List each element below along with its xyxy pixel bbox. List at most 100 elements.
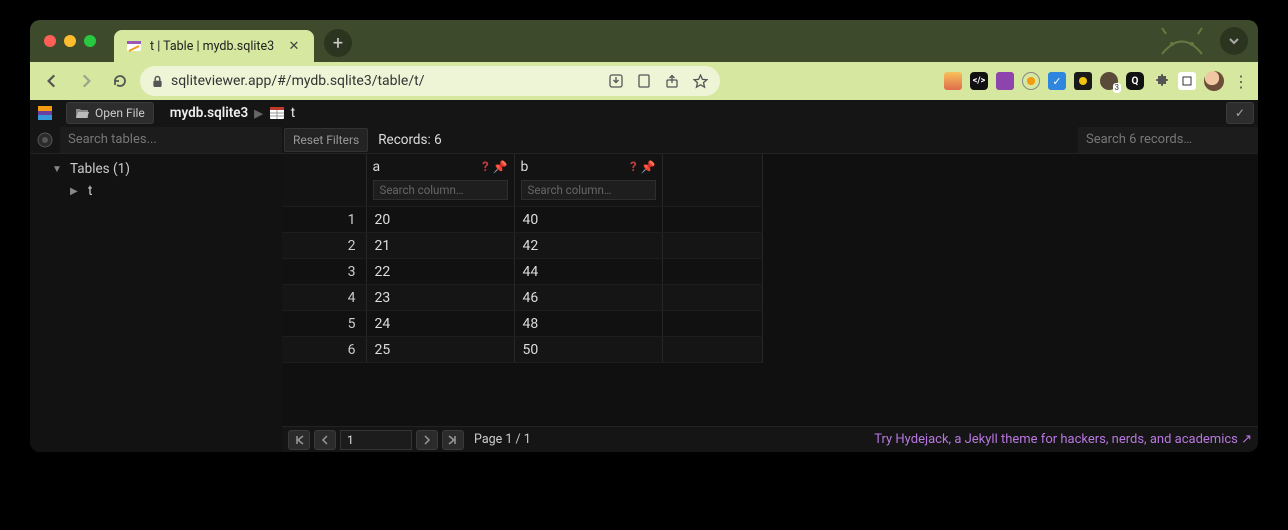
table-row[interactable]: 32244 <box>282 259 762 285</box>
tree-table-name: t <box>88 183 92 199</box>
forward-button[interactable] <box>72 67 100 95</box>
cell[interactable]: 48 <box>514 311 662 337</box>
row-number: 5 <box>282 311 366 337</box>
tab-close-button[interactable]: ✕ <box>286 38 302 54</box>
cell[interactable]: 21 <box>366 233 514 259</box>
reset-filters-button[interactable]: Reset Filters <box>284 128 368 152</box>
row-number: 1 <box>282 207 366 233</box>
pin-icon[interactable]: 📌 <box>641 160 656 174</box>
ext-icon[interactable]: ✓ <box>1048 72 1066 90</box>
cell[interactable]: 23 <box>366 285 514 311</box>
pager: Page 1 / 1 Try Hydejack, a Jekyll theme … <box>282 426 1258 452</box>
cell[interactable]: 25 <box>366 337 514 363</box>
ext-icon[interactable]: </> <box>970 72 988 90</box>
first-page-button[interactable] <box>288 430 310 450</box>
column-search-input[interactable] <box>521 180 656 200</box>
tables-header-label: Tables (1) <box>70 161 130 177</box>
ext-icon[interactable] <box>944 72 962 90</box>
breadcrumb-db[interactable]: mydb.sqlite3 <box>170 105 248 121</box>
table-icon <box>269 105 285 121</box>
table-row[interactable]: 22142 <box>282 233 762 259</box>
browser-tab[interactable]: t | Table | mydb.sqlite3 ✕ <box>114 30 314 62</box>
ext-icon[interactable]: Q <box>1126 72 1144 90</box>
ext-icon[interactable] <box>1074 72 1092 90</box>
pin-icon[interactable]: 📌 <box>493 160 508 174</box>
reader-icon[interactable] <box>637 74 651 89</box>
column-header-a[interactable]: a ? 📌 <box>366 154 514 207</box>
close-window-button[interactable] <box>44 35 56 47</box>
extensions-puzzle-icon[interactable] <box>1152 72 1170 90</box>
tab-strip: t | Table | mydb.sqlite3 ✕ + <box>30 20 1258 62</box>
record-count: Records: 6 <box>378 132 441 148</box>
breadcrumb: mydb.sqlite3 ▶ t <box>170 105 295 121</box>
tree-tables-header[interactable]: ▼ Tables (1) <box>30 158 282 180</box>
tab-title: t | Table | mydb.sqlite3 <box>150 39 274 54</box>
url-text: sqliteviewer.app/#/mydb.sqlite3/table/t/ <box>171 73 424 89</box>
data-grid[interactable]: a ? 📌 <box>282 154 1258 426</box>
ext-icon[interactable] <box>1178 72 1196 90</box>
row-number: 3 <box>282 259 366 285</box>
confirm-button[interactable]: ✓ <box>1226 102 1254 124</box>
cell[interactable]: 50 <box>514 337 662 363</box>
column-search-input[interactable] <box>373 180 508 200</box>
folder-open-icon <box>75 107 89 119</box>
android-decor-icon <box>1152 24 1212 58</box>
bookmark-star-icon[interactable] <box>693 74 708 89</box>
cell[interactable]: 24 <box>366 311 514 337</box>
spacer-cell <box>662 233 762 259</box>
unknown-type-icon[interactable]: ? <box>482 160 488 175</box>
promo-link[interactable]: Try Hydejack, a Jekyll theme for hackers… <box>874 432 1252 447</box>
tab-overflow-button[interactable] <box>1220 27 1248 55</box>
breadcrumb-table[interactable]: t <box>291 105 295 121</box>
spacer-cell <box>662 337 762 363</box>
next-page-button[interactable] <box>416 430 438 450</box>
cell[interactable]: 20 <box>366 207 514 233</box>
search-records-input[interactable] <box>1078 127 1258 153</box>
table-row[interactable]: 12040 <box>282 207 762 233</box>
search-tables-input[interactable] <box>60 127 282 153</box>
page-label: Page 1 / 1 <box>474 432 531 447</box>
open-file-button[interactable]: Open File <box>66 102 154 124</box>
column-name: a <box>373 159 381 175</box>
minimize-window-button[interactable] <box>64 35 76 47</box>
spacer-cell <box>662 285 762 311</box>
profile-avatar[interactable] <box>1204 71 1224 91</box>
address-bar[interactable]: sqliteviewer.app/#/mydb.sqlite3/table/t/ <box>140 66 720 96</box>
chevron-right-icon: ▶ <box>70 186 82 197</box>
column-header-b[interactable]: b ? 📌 <box>514 154 662 207</box>
lock-icon <box>152 75 163 88</box>
tab-favicon <box>126 38 142 54</box>
chevron-down-icon: ▼ <box>52 164 64 175</box>
tree-table-item[interactable]: ▶ t <box>30 180 282 202</box>
column-name: b <box>521 159 529 175</box>
open-file-label: Open File <box>95 106 145 120</box>
table-row[interactable]: 42346 <box>282 285 762 311</box>
back-button[interactable] <box>38 67 66 95</box>
cell[interactable]: 40 <box>514 207 662 233</box>
install-app-icon[interactable] <box>609 74 623 89</box>
new-tab-button[interactable]: + <box>324 29 352 57</box>
reload-button[interactable] <box>106 67 134 95</box>
ext-icon[interactable]: 3 <box>1100 72 1118 90</box>
unknown-type-icon[interactable]: ? <box>630 160 636 175</box>
maximize-window-button[interactable] <box>84 35 96 47</box>
page-input[interactable] <box>340 430 412 450</box>
table-row[interactable]: 62550 <box>282 337 762 363</box>
share-icon[interactable] <box>665 74 679 89</box>
prev-page-button[interactable] <box>314 430 336 450</box>
cell[interactable]: 44 <box>514 259 662 285</box>
cell[interactable]: 22 <box>366 259 514 285</box>
last-page-button[interactable] <box>442 430 464 450</box>
sidebar-app-icon[interactable] <box>30 126 60 154</box>
cell[interactable]: 46 <box>514 285 662 311</box>
spacer-column <box>662 154 762 207</box>
kebab-menu-icon[interactable]: ⋮ <box>1232 72 1250 90</box>
browser-window: t | Table | mydb.sqlite3 ✕ + sqlit <box>30 20 1258 452</box>
breadcrumb-sep-icon: ▶ <box>254 107 262 120</box>
browser-toolbar: sqliteviewer.app/#/mydb.sqlite3/table/t/… <box>30 62 1258 100</box>
ext-icon[interactable] <box>996 72 1014 90</box>
app-logo-icon <box>30 100 60 126</box>
table-row[interactable]: 52448 <box>282 311 762 337</box>
ext-icon[interactable] <box>1022 72 1040 90</box>
cell[interactable]: 42 <box>514 233 662 259</box>
